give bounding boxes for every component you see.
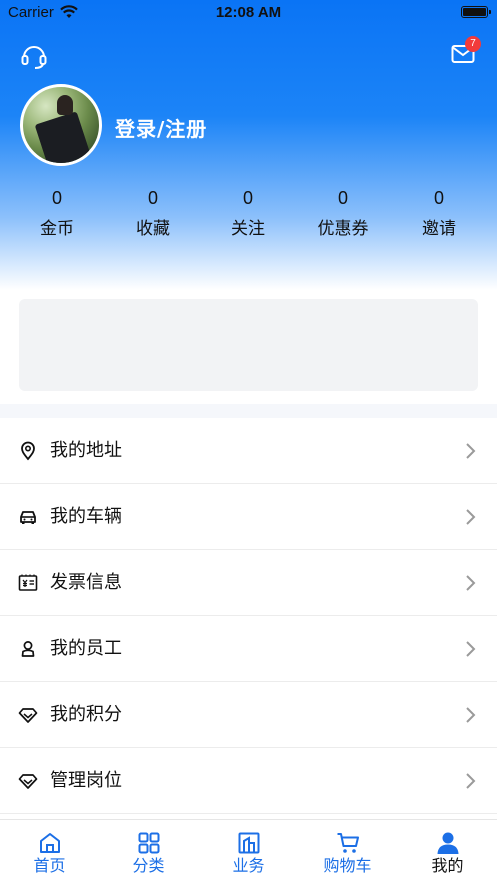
cart-icon xyxy=(337,833,359,853)
chevron-right-icon xyxy=(466,641,476,657)
tab-cart[interactable]: 购物车 xyxy=(298,820,397,883)
stat-label: 邀请 xyxy=(422,219,456,239)
stats-row: 0 金币 0 收藏 0 关注 0 优惠券 0 邀请 xyxy=(0,186,497,246)
car-icon xyxy=(20,511,36,524)
location-pin-icon xyxy=(21,441,35,461)
stat-coins[interactable]: 0 金币 xyxy=(12,186,102,240)
diamond-icon xyxy=(18,708,38,723)
mail-badge: 7 xyxy=(465,36,481,52)
avatar-photo-head xyxy=(57,95,73,115)
tab-category[interactable]: 分类 xyxy=(99,820,198,883)
menu-item-address[interactable]: 我的地址 xyxy=(0,418,497,484)
stat-favorites[interactable]: 0 收藏 xyxy=(108,186,198,240)
login-register-link[interactable]: 登录/注册 xyxy=(115,113,207,142)
stat-value: 0 xyxy=(337,188,348,208)
status-bar: Carrier 12:08 AM xyxy=(0,0,497,26)
stat-value: 0 xyxy=(147,188,158,208)
banner-placeholder[interactable] xyxy=(19,299,478,391)
user-icon xyxy=(437,832,459,854)
section-divider xyxy=(0,404,497,418)
menu-item-label: 我的地址 xyxy=(50,440,122,461)
menu-item-label: 管理岗位 xyxy=(50,770,122,791)
bottom-tab-bar: 首页 分类 业务 购物车 我的 xyxy=(0,819,497,883)
menu-item-employees[interactable]: 我的员工 xyxy=(0,616,497,682)
stat-label: 优惠券 xyxy=(317,219,369,239)
stat-value: 0 xyxy=(51,188,62,208)
stat-label: 收藏 xyxy=(136,219,170,239)
chevron-right-icon xyxy=(466,707,476,723)
stat-invite[interactable]: 0 邀请 xyxy=(394,186,484,240)
tab-label: 首页 xyxy=(33,856,66,875)
grid-icon xyxy=(138,832,160,854)
menu-item-points[interactable]: 我的积分 xyxy=(0,682,497,748)
stat-value: 0 xyxy=(242,188,253,208)
tab-label: 业务 xyxy=(232,856,265,875)
menu-item-invoice[interactable]: 发票信息 xyxy=(0,550,497,616)
stat-coupons[interactable]: 0 优惠券 xyxy=(298,186,388,240)
menu-item-label: 发票信息 xyxy=(50,572,122,593)
tab-label: 我的 xyxy=(431,856,464,875)
building-icon xyxy=(238,832,260,854)
menu-item-label: 我的积分 xyxy=(50,704,122,725)
menu-item-label: 我的车辆 xyxy=(50,506,122,527)
employee-icon xyxy=(21,641,35,657)
chevron-right-icon xyxy=(466,773,476,789)
battery-icon xyxy=(461,6,491,18)
headset-icon[interactable] xyxy=(20,42,48,70)
stat-following[interactable]: 0 关注 xyxy=(203,186,293,240)
stat-label: 关注 xyxy=(231,219,265,239)
stat-value: 0 xyxy=(433,188,444,208)
chevron-right-icon xyxy=(466,509,476,525)
menu-item-label: 我的员工 xyxy=(50,638,122,659)
clock: 12:08 AM xyxy=(215,4,282,21)
tab-label: 分类 xyxy=(132,856,165,875)
avatar-photo-figure xyxy=(34,111,92,163)
tab-home[interactable]: 首页 xyxy=(0,820,99,883)
stat-label: 金币 xyxy=(40,219,74,239)
diamond-icon xyxy=(18,774,38,789)
tab-label: 购物车 xyxy=(323,856,372,875)
tab-business[interactable]: 业务 xyxy=(199,820,298,883)
chevron-right-icon xyxy=(466,575,476,591)
invoice-icon xyxy=(18,574,38,591)
chevron-right-icon xyxy=(466,443,476,459)
tab-mine[interactable]: 我的 xyxy=(398,820,497,883)
menu-item-positions[interactable]: 管理岗位 xyxy=(0,748,497,814)
settings-menu: 我的地址 我的车辆 发票信息 我的员工 我的积分 管理岗位 xyxy=(0,418,497,814)
avatar[interactable] xyxy=(20,84,102,166)
menu-item-vehicles[interactable]: 我的车辆 xyxy=(0,484,497,550)
home-icon xyxy=(40,833,60,853)
